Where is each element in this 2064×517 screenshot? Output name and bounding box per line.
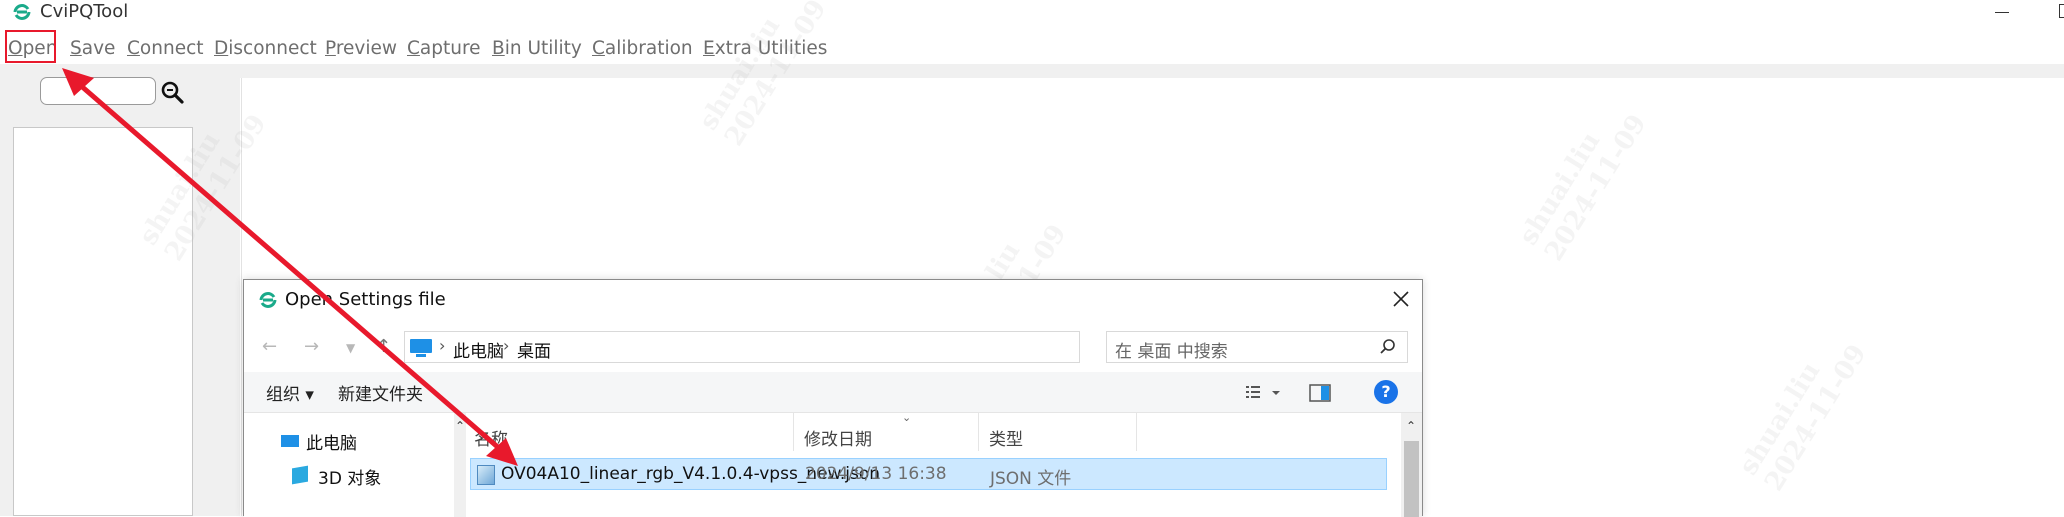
file-row[interactable]: OV04A10_linear_rgb_V4.1.0.4-vpss_new.jso… bbox=[470, 458, 1387, 490]
menu-capture[interactable]: Capture bbox=[407, 34, 481, 64]
file-list: 名称 ⌄ 修改日期 类型 OV04A10_linear_rgb_V4.1.0.4… bbox=[466, 411, 1401, 517]
help-icon[interactable]: ? bbox=[1374, 380, 1398, 404]
json-file-icon bbox=[477, 465, 495, 485]
app-logo-icon bbox=[259, 292, 277, 308]
column-divider[interactable] bbox=[978, 413, 979, 451]
minimize-button[interactable] bbox=[1990, 0, 2014, 24]
chevron-up-icon[interactable]: ⌃ bbox=[1406, 419, 1416, 433]
menu-bin-utility[interactable]: Bin Utility bbox=[492, 34, 582, 64]
dialog-search-input[interactable]: 在 桌面 中搜索 bbox=[1106, 331, 1408, 363]
search-input[interactable] bbox=[40, 77, 156, 105]
forward-arrow-icon[interactable]: → bbox=[304, 336, 319, 357]
app-title: CviPQTool bbox=[40, 1, 129, 22]
organize-button[interactable]: 组织 ▾ bbox=[266, 380, 314, 405]
close-icon[interactable] bbox=[1390, 288, 1412, 310]
breadcrumb-desktop[interactable]: 桌面 bbox=[517, 337, 551, 362]
command-bar: 组织 ▾ 新建文件夹 ? bbox=[244, 372, 1422, 413]
up-arrow-icon[interactable]: ↑ bbox=[376, 336, 391, 357]
column-header-date[interactable]: 修改日期 bbox=[804, 425, 872, 450]
toolbar-band bbox=[0, 64, 2064, 78]
cube-icon bbox=[292, 465, 308, 485]
computer-icon bbox=[410, 339, 432, 357]
chevron-right-icon: › bbox=[439, 336, 446, 355]
open-file-dialog: Open Settings file ← → ▼ ↑ › 此电脑 › 桌面 ⌄ … bbox=[243, 279, 1423, 517]
file-date: 2024/9/13 16:38 bbox=[805, 464, 947, 484]
search-icon bbox=[1380, 339, 1395, 354]
sort-indicator-icon: ⌄ bbox=[902, 411, 912, 424]
column-header-type[interactable]: 类型 bbox=[989, 425, 1023, 450]
navigation-pane: 此电脑 3D 对象 bbox=[244, 413, 454, 517]
menu-calibration[interactable]: Calibration bbox=[592, 34, 693, 64]
file-list-scrollbar[interactable]: ⌃ bbox=[1401, 413, 1422, 517]
preview-pane-icon[interactable] bbox=[1308, 382, 1332, 404]
chevron-right-icon: › bbox=[503, 336, 510, 355]
computer-icon bbox=[281, 435, 299, 447]
file-type: JSON 文件 bbox=[990, 469, 1072, 489]
column-divider[interactable] bbox=[793, 413, 794, 451]
menu-disconnect[interactable]: Disconnect bbox=[214, 34, 317, 64]
column-header-name[interactable]: 名称 bbox=[474, 425, 508, 450]
menu-preview[interactable]: Preview bbox=[325, 34, 397, 64]
menu-save[interactable]: Save bbox=[70, 34, 115, 64]
back-arrow-icon[interactable]: ← bbox=[262, 336, 277, 357]
dialog-title: Open Settings file bbox=[285, 289, 446, 310]
nav-item-3d-objects[interactable]: 3D 对象 bbox=[318, 464, 381, 489]
open-highlight-box bbox=[5, 30, 56, 63]
breadcrumb-this-pc[interactable]: 此电脑 bbox=[453, 337, 504, 362]
address-bar[interactable]: › 此电脑 › 桌面 ⌄ ↻ bbox=[404, 331, 1251, 363]
title-bar: CviPQTool bbox=[0, 0, 2064, 26]
column-divider[interactable] bbox=[1136, 413, 1137, 451]
menu-connect[interactable]: Connect bbox=[127, 34, 204, 64]
chevron-up-icon[interactable]: ⌃ bbox=[455, 419, 465, 433]
scrollbar-thumb[interactable] bbox=[1404, 441, 1419, 517]
maximize-button[interactable] bbox=[2054, 0, 2064, 24]
view-options-icon[interactable] bbox=[1244, 382, 1284, 404]
nav-scrollbar[interactable]: ⌃ bbox=[454, 413, 466, 517]
search-icon[interactable] bbox=[160, 80, 186, 106]
nav-item-this-pc[interactable]: 此电脑 bbox=[306, 429, 357, 454]
recent-dropdown-icon[interactable]: ▼ bbox=[346, 341, 355, 355]
search-placeholder: 在 桌面 中搜索 bbox=[1115, 342, 1228, 362]
new-folder-button[interactable]: 新建文件夹 bbox=[338, 380, 423, 405]
app-logo-icon bbox=[13, 4, 31, 20]
menu-bar: Open Save Connect Disconnect Preview Cap… bbox=[0, 34, 2064, 64]
